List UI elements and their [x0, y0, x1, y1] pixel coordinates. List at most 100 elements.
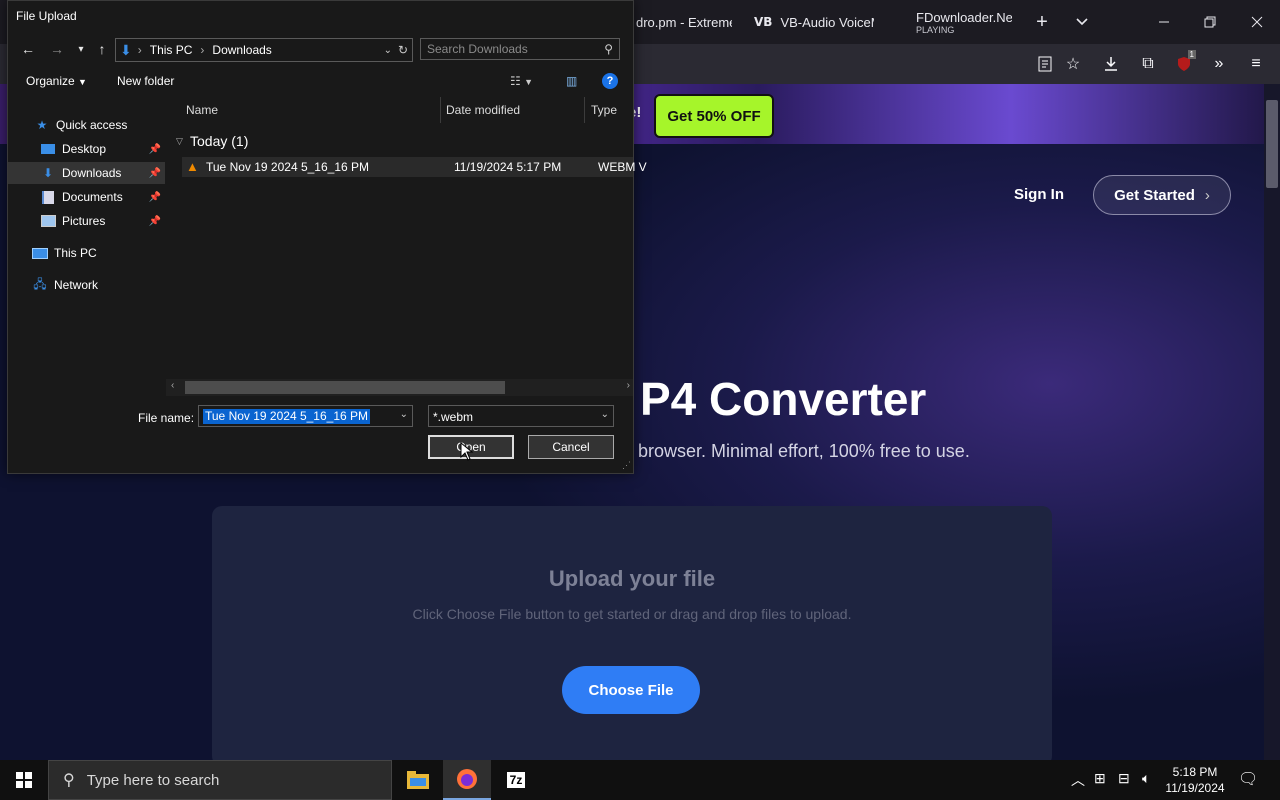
vlc-file-icon: ▲ — [186, 159, 199, 174]
nav-this-pc[interactable]: This PC — [8, 242, 165, 264]
chevron-down-icon — [1076, 18, 1088, 26]
minimize-button[interactable] — [1150, 8, 1178, 36]
notification-center-button[interactable]: 🗨︎ — [1238, 769, 1258, 789]
promo-discount-button[interactable]: Get 50% OFF — [654, 94, 774, 138]
taskbar-7zip[interactable]: 7z — [492, 760, 540, 800]
bookmark-star-button[interactable]: ☆ — [1059, 50, 1087, 78]
pictures-folder-icon — [40, 214, 56, 228]
minimize-icon — [1159, 21, 1169, 23]
extension-badge: 1 — [1187, 50, 1196, 59]
hero-subtitle: browser. Minimal effort, 100% free to us… — [638, 441, 970, 461]
chevron-down-icon[interactable]: ⌄ — [400, 409, 408, 420]
start-button[interactable] — [0, 760, 48, 800]
downloads-button[interactable] — [1097, 50, 1125, 78]
sign-in-link[interactable]: Sign In — [1014, 186, 1064, 203]
view-options-button[interactable]: ☷ ▼ — [510, 74, 533, 88]
chevron-down-icon: ▾ — [78, 43, 84, 55]
taskbar-file-explorer[interactable] — [394, 760, 442, 800]
taskbar-firefox[interactable] — [443, 760, 491, 800]
new-folder-button[interactable]: New folder — [117, 74, 174, 88]
search-placeholder: Search Downloads — [427, 42, 528, 56]
pin-icon: 📌 — [148, 167, 161, 179]
star-icon: ★ — [36, 118, 48, 132]
refresh-icon[interactable]: ↻ — [398, 43, 408, 57]
help-icon: ? — [606, 75, 614, 87]
cancel-button[interactable]: Cancel — [528, 435, 614, 459]
help-button[interactable]: ? — [602, 73, 618, 89]
nav-quick-access[interactable]: ★ Quick access — [8, 114, 165, 136]
nav-network[interactable]: 🖧 Network — [8, 274, 165, 296]
forward-button[interactable]: → — [47, 39, 67, 59]
pin-icon: 📌 — [148, 191, 161, 203]
back-button[interactable]: ← — [18, 39, 38, 59]
clock-date: 11/19/2024 — [1165, 781, 1225, 795]
taskbar-search-placeholder: Type here to search — [86, 771, 220, 789]
column-header-name[interactable]: Name — [186, 103, 218, 117]
tab-fdownloader[interactable]: FDownloader.Net PLAYING — [916, 0, 1012, 44]
network-tray-icon[interactable]: ⊟ — [1118, 770, 1130, 787]
column-header-date-modified[interactable]: Date modified — [446, 103, 520, 117]
dialog-bottom-bar: File name: Tue Nov 19 2024 5_16_16 PM ⌄ … — [8, 397, 633, 473]
address-history-dropdown[interactable]: ⌄ — [384, 45, 392, 56]
search-icon: ⚲ — [63, 772, 75, 789]
view-list-icon: ☷ — [510, 74, 521, 88]
file-explorer-icon — [407, 771, 429, 789]
close-icon — [1251, 16, 1263, 28]
get-started-button[interactable]: Get Started › — [1093, 175, 1231, 215]
nav-documents[interactable]: Documents 📌 — [8, 186, 165, 208]
dialog-title: File Upload — [16, 9, 77, 23]
taskbar-clock[interactable]: 5:18 PM 11/19/2024 — [1160, 764, 1230, 796]
show-hidden-icons-button[interactable]: ︿ — [1071, 770, 1085, 790]
column-header-type[interactable]: Type — [591, 103, 617, 117]
pin-icon: 📌 — [148, 215, 161, 227]
volume-icon[interactable]: 🔈︎ — [1142, 770, 1150, 787]
scroll-left-icon[interactable]: ‹ — [171, 380, 174, 391]
page-scrollbar-thumb[interactable] — [1266, 100, 1278, 188]
file-name-input[interactable]: Tue Nov 19 2024 5_16_16 PM ⌄ — [198, 405, 413, 427]
tab-dro-pm[interactable]: dro.pm - Extreme — [636, 0, 732, 44]
group-header-today[interactable]: ▽ Today (1) — [176, 133, 248, 149]
pin-icon: 📌 — [148, 143, 161, 155]
file-type-filter-select[interactable]: *.webm ⌄ — [428, 405, 614, 427]
mouse-cursor-icon — [460, 442, 474, 461]
navigation-pane: ★ Quick access Desktop 📌 ⬇ Downloads 📌 Docum… — [8, 97, 165, 397]
security-tray-icon[interactable]: ⊞ — [1094, 770, 1106, 787]
choose-file-button[interactable]: Choose File — [562, 666, 700, 714]
taskbar-search-box[interactable]: ⚲ Type here to search — [48, 760, 392, 800]
more-tools-button[interactable]: » — [1205, 50, 1233, 78]
tab-vb-audio[interactable]: VB VB-Audio VoiceM — [754, 0, 874, 44]
download-icon — [1105, 57, 1117, 71]
chevron-down-icon: ▽ — [176, 136, 183, 146]
column-divider[interactable] — [584, 97, 585, 123]
breadcrumb-separator: › — [200, 43, 205, 57]
extensions-button[interactable]: ⧉ — [1134, 50, 1162, 78]
file-row[interactable]: ▲ Tue Nov 19 2024 5_16_16 PM 11/19/2024 … — [182, 157, 647, 177]
restore-button[interactable] — [1196, 8, 1224, 36]
preview-pane-icon: ▥ — [566, 74, 578, 88]
organize-button[interactable]: Organize ▼ — [26, 74, 87, 88]
reader-view-icon — [1038, 56, 1052, 72]
reader-view-button[interactable] — [1031, 50, 1059, 78]
resize-grip-icon[interactable]: ⋰ — [622, 460, 631, 471]
breadcrumb-this-pc[interactable]: This PC — [150, 43, 193, 57]
column-divider[interactable] — [440, 97, 441, 123]
horizontal-scrollbar-thumb[interactable] — [185, 381, 505, 394]
nav-pictures[interactable]: Pictures 📌 — [8, 210, 165, 232]
breadcrumb-downloads[interactable]: Downloads — [212, 43, 271, 57]
scroll-right-icon[interactable]: › — [627, 380, 630, 391]
search-downloads-input[interactable]: Search Downloads ⚲ — [420, 38, 620, 60]
address-bar[interactable]: ⬇ › This PC › Downloads ⌄ ↻ — [115, 38, 413, 62]
upload-title: Upload your file — [548, 566, 716, 591]
up-button[interactable]: ↑ — [92, 39, 112, 59]
preview-pane-button[interactable]: ▥ — [566, 74, 577, 88]
nav-downloads[interactable]: ⬇ Downloads 📌 — [8, 162, 165, 184]
plus-icon: + — [1036, 10, 1048, 33]
close-window-button[interactable] — [1243, 8, 1271, 36]
new-tab-button[interactable]: + — [1028, 8, 1056, 36]
recent-locations-button[interactable]: ▾ — [71, 39, 91, 59]
command-bar: Organize ▼ New folder ☷ ▼ ▥ ? — [8, 67, 633, 97]
list-all-tabs-button[interactable] — [1068, 8, 1096, 36]
ublock-extension-button[interactable]: 1 — [1170, 50, 1198, 78]
app-menu-button[interactable]: ≡ — [1242, 50, 1270, 78]
nav-desktop[interactable]: Desktop 📌 — [8, 138, 165, 160]
